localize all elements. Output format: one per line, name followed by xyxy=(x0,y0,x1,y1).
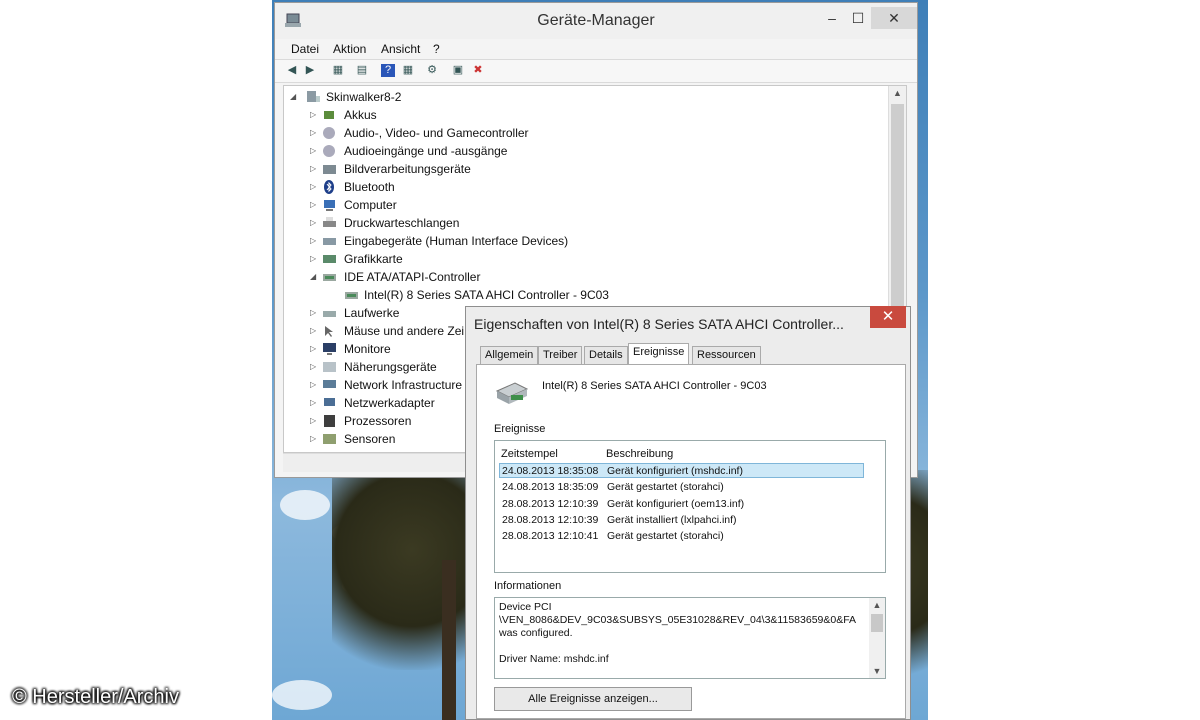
network-adapter-icon xyxy=(324,398,335,406)
computer-icon xyxy=(324,200,335,211)
expand-icon[interactable]: ▷ xyxy=(310,124,316,142)
update-driver-icon[interactable]: ▣ xyxy=(451,64,465,77)
expand-icon[interactable]: ▷ xyxy=(310,430,316,448)
proximity-icon xyxy=(323,362,336,372)
expand-icon[interactable]: ▷ xyxy=(310,304,316,322)
expand-icon[interactable]: ▷ xyxy=(310,322,316,340)
bluetooth-icon xyxy=(324,180,334,194)
computer-icon xyxy=(307,91,320,102)
column-header-description[interactable]: Beschreibung xyxy=(606,448,673,460)
monitor-icon xyxy=(323,343,336,355)
expand-icon[interactable]: ▷ xyxy=(310,340,316,358)
grid-icon[interactable]: ▦ xyxy=(401,64,415,77)
toolbar: ◀ ▶ ▦ ▤ ? ▦ ⚙ ▣ ✖ xyxy=(275,59,917,83)
expand-icon[interactable]: ▷ xyxy=(310,178,316,196)
tab-ressourcen[interactable]: Ressourcen xyxy=(692,346,761,364)
expand-icon[interactable]: ▷ xyxy=(310,358,316,376)
speaker-icon xyxy=(323,145,335,157)
collapse-icon[interactable]: ◢ xyxy=(310,268,316,286)
close-button[interactable]: ✕ xyxy=(871,7,917,29)
expand-icon[interactable]: ▷ xyxy=(310,412,316,430)
camera-icon xyxy=(323,165,336,174)
scroll-down-icon[interactable]: ▼ xyxy=(869,666,885,676)
menu-ansicht[interactable]: Ansicht xyxy=(381,42,420,56)
device-name: Intel(R) 8 Series SATA AHCI Controller -… xyxy=(542,380,767,392)
uninstall-icon[interactable]: ✖ xyxy=(471,64,485,77)
table-row[interactable]: 28.08.2013 12:10:39 Gerät konfiguriert (… xyxy=(499,497,864,512)
controller-icon xyxy=(345,292,358,299)
info-scrollbar[interactable]: ▲ ▼ xyxy=(869,598,885,678)
expand-icon[interactable]: ▷ xyxy=(310,394,316,412)
column-header-time[interactable]: Zeitstempel xyxy=(501,448,558,460)
expand-icon[interactable]: ▷ xyxy=(310,106,316,124)
properties-dialog: Eigenschaften von Intel(R) 8 Series SATA… xyxy=(465,306,911,720)
mouse-icon xyxy=(325,326,333,337)
maximize-button[interactable]: ☐ xyxy=(845,7,871,29)
processor-icon xyxy=(324,415,335,427)
printer-icon xyxy=(323,217,336,227)
forward-icon[interactable]: ▶ xyxy=(303,64,317,77)
network-icon xyxy=(323,380,336,388)
back-icon[interactable]: ◀ xyxy=(285,64,299,77)
menu-bar: Datei Aktion Ansicht ? xyxy=(275,39,917,59)
table-row[interactable]: 28.08.2013 12:10:39 Gerät installiert (l… xyxy=(499,513,864,528)
expand-icon[interactable]: ▷ xyxy=(310,196,316,214)
scrollbar-thumb[interactable] xyxy=(871,614,883,632)
expand-icon[interactable]: ▷ xyxy=(310,232,316,250)
watermark: © Hersteller/Archiv xyxy=(12,686,179,708)
information-label: Informationen xyxy=(494,580,562,592)
menu-help[interactable]: ? xyxy=(433,42,440,56)
menu-aktion[interactable]: Aktion xyxy=(333,42,366,56)
tab-ereignisse[interactable]: Ereignisse xyxy=(628,343,690,365)
view-icon[interactable]: ▦ xyxy=(331,64,345,77)
expand-icon[interactable]: ▷ xyxy=(310,214,316,232)
battery-icon xyxy=(324,111,334,119)
display-adapter-icon xyxy=(323,255,336,263)
drive-icon xyxy=(323,311,336,317)
help-icon[interactable]: ? xyxy=(381,64,395,77)
menu-datei[interactable]: Datei xyxy=(291,42,319,56)
tab-details[interactable]: Details xyxy=(584,346,628,364)
speaker-icon xyxy=(323,127,335,139)
table-row[interactable]: 28.08.2013 12:10:41 Gerät gestartet (sto… xyxy=(499,529,864,544)
scan-hardware-icon[interactable]: ⚙ xyxy=(425,64,439,77)
table-row[interactable]: 24.08.2013 18:35:08 Gerät konfiguriert (… xyxy=(499,463,864,478)
dialog-title: Eigenschaften von Intel(R) 8 Series SATA… xyxy=(474,316,844,332)
properties-icon[interactable]: ▤ xyxy=(355,64,369,77)
expand-icon[interactable]: ▷ xyxy=(310,376,316,394)
title-bar: Geräte-Manager – ☐ ✕ xyxy=(275,3,917,39)
show-all-events-button[interactable]: Alle Ereignisse anzeigen... xyxy=(494,687,692,711)
events-table: Zeitstempel Beschreibung 24.08.2013 18:3… xyxy=(494,440,886,573)
tab-allgemein[interactable]: Allgemein xyxy=(480,346,539,364)
events-panel: Intel(R) 8 Series SATA AHCI Controller -… xyxy=(476,364,906,719)
collapse-icon[interactable]: ◢ xyxy=(290,88,296,106)
information-textbox[interactable]: Device PCI \VEN_8086&DEV_9C03&SUBSYS_05E… xyxy=(494,597,886,679)
expand-icon[interactable]: ▷ xyxy=(310,160,316,178)
expand-icon[interactable]: ▷ xyxy=(310,250,316,268)
input-device-icon xyxy=(323,238,336,245)
expand-icon[interactable]: ▷ xyxy=(310,142,316,160)
dialog-close-button[interactable]: ✕ xyxy=(870,306,906,328)
scroll-up-icon[interactable]: ▲ xyxy=(889,88,906,98)
controller-icon xyxy=(323,274,336,281)
controller-icon xyxy=(495,382,529,404)
sensor-icon xyxy=(323,434,336,444)
tab-treiber[interactable]: Treiber xyxy=(538,346,583,364)
minimize-button[interactable]: – xyxy=(819,7,845,29)
table-row[interactable]: 24.08.2013 18:35:09 Gerät gestartet (sto… xyxy=(499,480,864,495)
scroll-up-icon[interactable]: ▲ xyxy=(869,600,885,610)
events-label: Ereignisse xyxy=(494,423,546,435)
